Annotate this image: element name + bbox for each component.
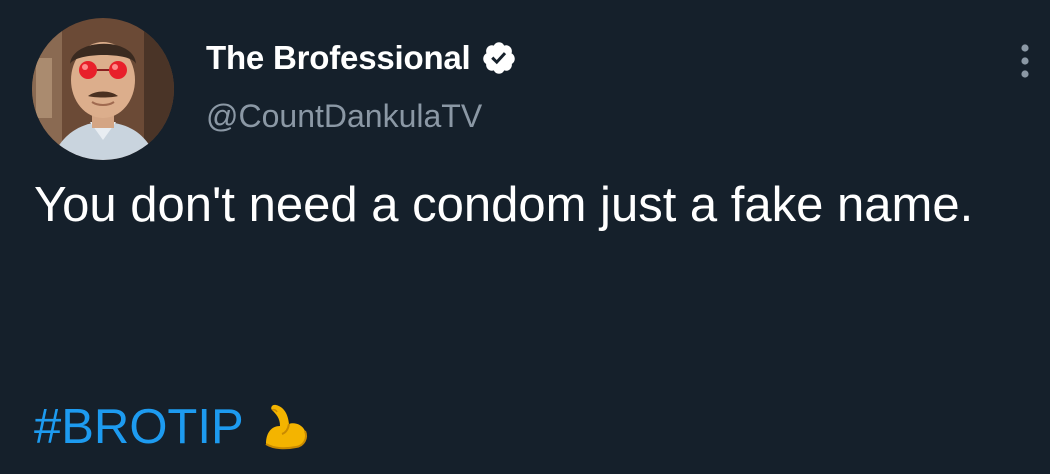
author-name-row: The Brofessional bbox=[206, 36, 517, 80]
avatar-photo-icon bbox=[32, 18, 174, 160]
tweet-text: You don't need a condom just a fake name… bbox=[34, 178, 974, 232]
tweet-card: The Brofessional @CountDankulaTV You don… bbox=[0, 0, 1050, 474]
hashtag-link[interactable]: #BROTIP bbox=[34, 399, 244, 455]
author-display-name[interactable]: The Brofessional bbox=[206, 39, 471, 77]
author-avatar[interactable] bbox=[32, 18, 174, 160]
verified-badge-icon bbox=[481, 40, 517, 76]
more-options-icon[interactable] bbox=[1010, 40, 1040, 84]
author-handle[interactable]: @CountDankulaTV bbox=[206, 98, 482, 135]
hashtag-row: #BROTIP bbox=[34, 392, 312, 462]
flexed-biceps-icon bbox=[258, 400, 312, 454]
